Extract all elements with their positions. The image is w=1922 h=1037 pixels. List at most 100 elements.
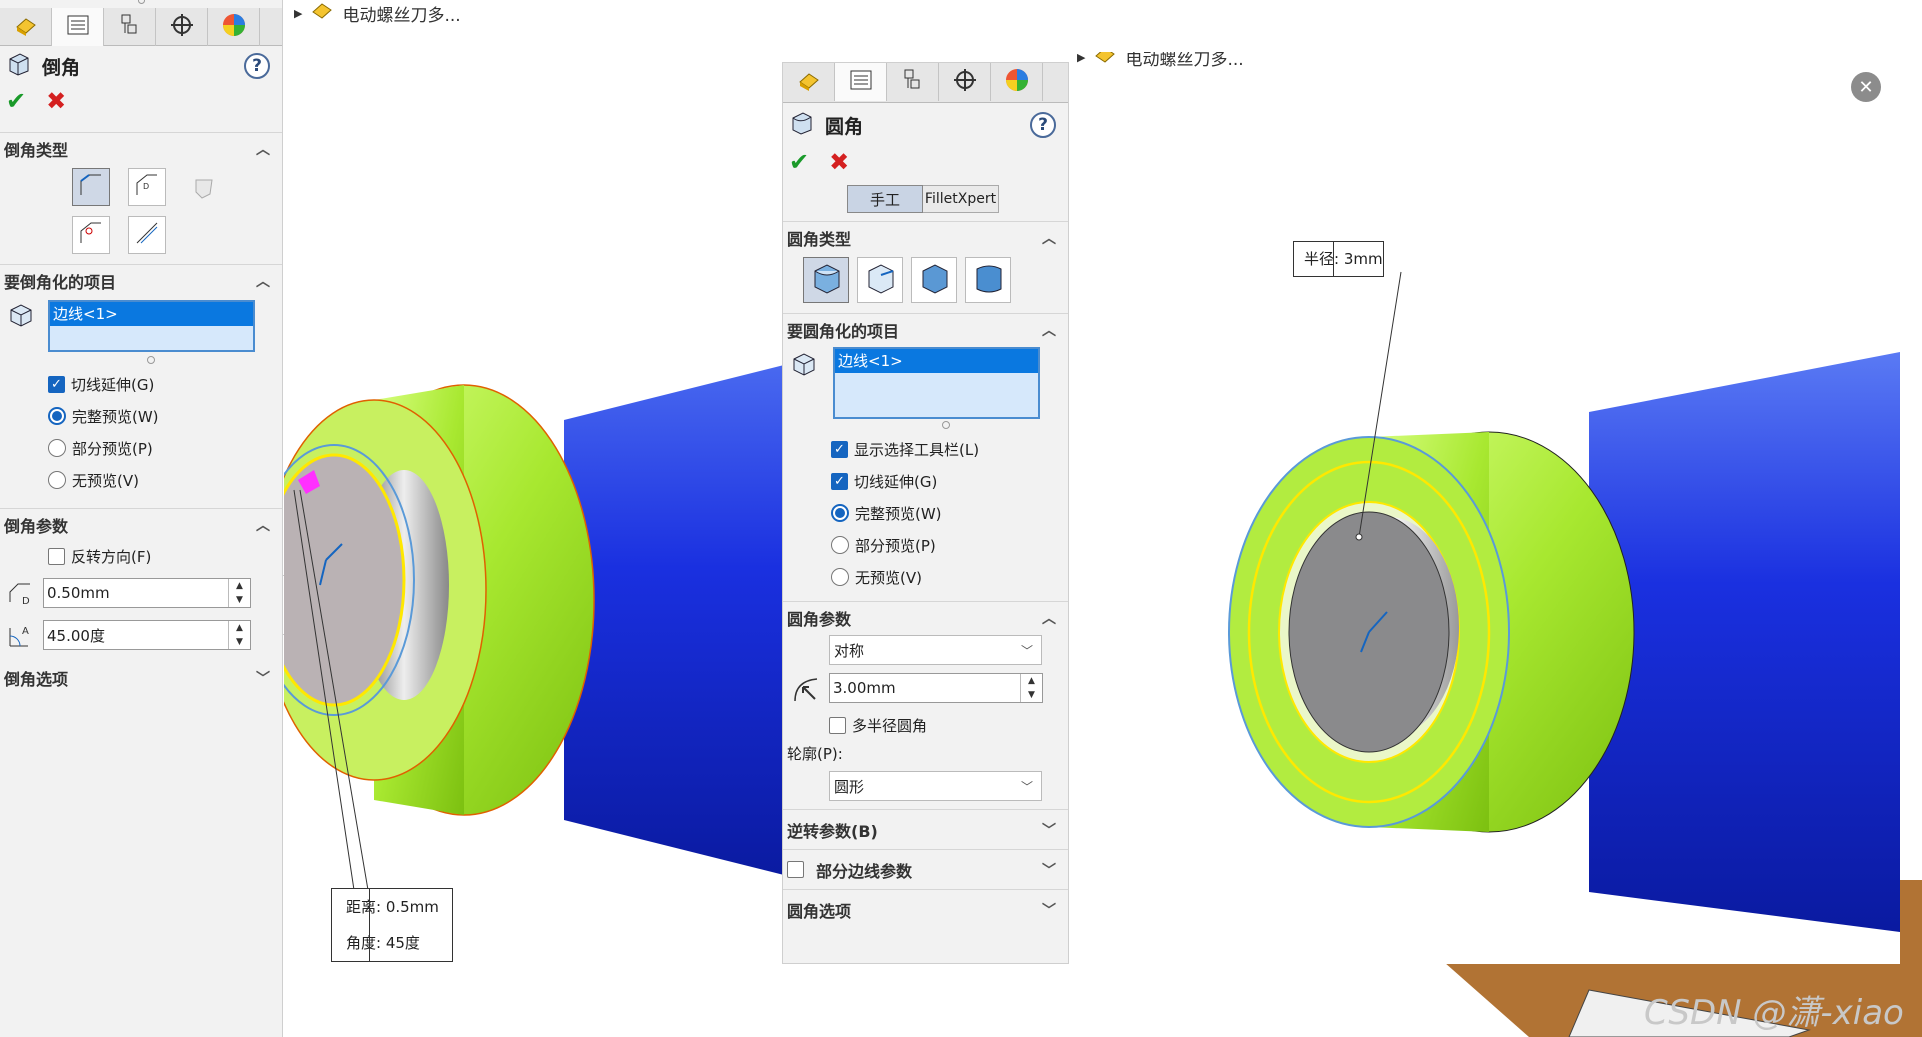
dimxpert-tab-2[interactable] bbox=[939, 63, 991, 101]
collapse-chevron-icon[interactable]: ︿ bbox=[256, 515, 270, 535]
profile-dropdown[interactable]: 圆形 ﹀ bbox=[829, 771, 1042, 801]
selected-edge-item[interactable]: 边线<1> bbox=[50, 302, 253, 326]
section-fillet-type[interactable]: 圆角类型 ︿ bbox=[783, 221, 1068, 253]
list-resize-handle[interactable] bbox=[783, 421, 1068, 433]
angle-spinner[interactable]: ▲ ▼ bbox=[228, 621, 250, 649]
full-round-fillet-button[interactable] bbox=[965, 257, 1011, 303]
cancel-button-2[interactable]: ✖ bbox=[829, 148, 849, 176]
full-preview-row[interactable]: 完整预览(W) bbox=[831, 497, 1068, 529]
no-preview-row[interactable]: 无预览(V) bbox=[48, 464, 282, 496]
partial-preview-radio[interactable] bbox=[831, 536, 849, 554]
full-round-fillet-icon bbox=[971, 261, 1005, 299]
callout-angle[interactable]: 角度: 45度 bbox=[332, 925, 452, 961]
expand-chevron-icon[interactable]: ﹀ bbox=[1042, 820, 1056, 840]
selection-listbox[interactable]: 边线<1> bbox=[48, 300, 255, 352]
cancel-button[interactable]: ✖ bbox=[46, 87, 66, 115]
ok-button[interactable]: ✔ bbox=[6, 87, 26, 115]
multi-radius-option: 多半径圆角 bbox=[783, 709, 1068, 741]
config-manager-tab-2[interactable] bbox=[887, 63, 939, 101]
symmetric-value: 对称 bbox=[834, 641, 865, 660]
expand-chevron-icon[interactable]: ﹀ bbox=[1042, 900, 1056, 920]
full-preview-radio[interactable] bbox=[48, 407, 66, 425]
list-resize-handle[interactable] bbox=[0, 356, 282, 368]
vertex-chamfer-icon[interactable] bbox=[190, 174, 218, 206]
fillet-model-view[interactable]: ▶ 电动螺丝刀多... ✕ 半径: 3mm bbox=[1069, 52, 1900, 964]
handle-body bbox=[1589, 352, 1900, 932]
offset-face-button[interactable] bbox=[72, 216, 110, 254]
constant-size-fillet-button[interactable] bbox=[803, 257, 849, 303]
collapse-chevron-icon[interactable]: ︿ bbox=[1042, 608, 1056, 628]
face-fillet-button[interactable] bbox=[911, 257, 957, 303]
section-fillet-items[interactable]: 要圆角化的项目 ︿ bbox=[783, 313, 1068, 345]
collapse-chevron-icon[interactable]: ︿ bbox=[256, 271, 270, 291]
angle-input[interactable]: 45.00度 ▲ ▼ bbox=[43, 620, 251, 650]
reverse-checkbox[interactable] bbox=[48, 547, 65, 565]
radius-spinner[interactable]: ▲ ▼ bbox=[1020, 674, 1042, 702]
partial-preview-label: 部分预览(P) bbox=[72, 439, 153, 458]
section-chamfer-options[interactable]: 倒角选项 ﹀ bbox=[0, 662, 282, 694]
fillet-selection-listbox[interactable]: 边线<1> bbox=[833, 347, 1040, 419]
collapse-chevron-icon[interactable]: ︿ bbox=[256, 139, 270, 159]
full-preview-radio[interactable] bbox=[831, 504, 849, 522]
distance-input[interactable]: 0.50mm ▲ ▼ bbox=[43, 578, 251, 608]
tangent-checkbox[interactable]: ✓ bbox=[831, 472, 848, 490]
callout-distance[interactable]: 距离: 0.5mm bbox=[332, 889, 452, 925]
tangent-propagation-row[interactable]: ✓ 切线延伸(G) bbox=[48, 368, 282, 400]
multi-radius-checkbox[interactable] bbox=[829, 716, 846, 734]
distance-spinner[interactable]: ▲ ▼ bbox=[228, 579, 250, 607]
property-manager-tab[interactable] bbox=[52, 8, 104, 46]
collapse-chevron-icon[interactable]: ︿ bbox=[1042, 320, 1056, 340]
config-manager-icon bbox=[118, 13, 142, 41]
symmetric-dropdown[interactable]: 对称 ﹀ bbox=[829, 635, 1042, 665]
show-toolbar-row[interactable]: ✓ 显示选择工具栏(L) bbox=[831, 433, 1068, 465]
dimxpert-tab[interactable] bbox=[156, 8, 208, 46]
tangent-propagation-row[interactable]: ✓ 切线延伸(G) bbox=[831, 465, 1068, 497]
no-preview-radio[interactable] bbox=[48, 471, 66, 489]
radius-input[interactable]: 3.00mm ▲ ▼ bbox=[829, 673, 1043, 703]
variable-size-fillet-button[interactable] bbox=[857, 257, 903, 303]
display-manager-tab[interactable] bbox=[208, 8, 260, 46]
display-manager-tab-2[interactable] bbox=[991, 63, 1043, 101]
partial-edge-checkbox[interactable] bbox=[787, 861, 804, 878]
multi-radius-row[interactable]: 多半径圆角 bbox=[829, 709, 1068, 741]
section-title: 圆角参数 bbox=[787, 609, 852, 629]
help-icon[interactable]: ? bbox=[244, 53, 270, 79]
no-preview-radio[interactable] bbox=[831, 568, 849, 586]
section-chamfer-type[interactable]: 倒角类型 ︿ bbox=[0, 132, 282, 164]
show-toolbar-checkbox[interactable]: ✓ bbox=[831, 440, 848, 458]
section-fillet-params[interactable]: 圆角参数 ︿ bbox=[783, 601, 1068, 633]
angle-distance-button[interactable] bbox=[72, 168, 110, 206]
selected-edge-item[interactable]: 边线<1> bbox=[835, 349, 1038, 373]
ok-button-2[interactable]: ✔ bbox=[789, 148, 809, 176]
section-chamfer-items[interactable]: 要倒角化的项目 ︿ bbox=[0, 264, 282, 296]
expand-chevron-icon[interactable]: ﹀ bbox=[1042, 860, 1056, 880]
ok-cancel-row-2: ✔ ✖ bbox=[783, 147, 1068, 177]
full-preview-row[interactable]: 完整预览(W) bbox=[48, 400, 282, 432]
section-partial-edge[interactable]: 部分边线参数 ﹀ bbox=[783, 849, 1068, 889]
config-manager-tab[interactable] bbox=[104, 8, 156, 46]
splitter-handle[interactable] bbox=[0, 0, 282, 8]
property-manager-tab-2[interactable] bbox=[835, 63, 887, 101]
feature-manager-tab-2[interactable] bbox=[783, 63, 835, 101]
help-icon-2[interactable]: ? bbox=[1030, 112, 1056, 138]
section-setback[interactable]: 逆转参数(B) ﹀ bbox=[783, 809, 1068, 849]
partial-preview-radio[interactable] bbox=[48, 439, 66, 457]
collapse-chevron-icon[interactable]: ︿ bbox=[1042, 228, 1056, 248]
reverse-direction-row[interactable]: 反转方向(F) bbox=[48, 540, 282, 572]
section-title: 倒角参数 bbox=[4, 516, 69, 536]
partial-preview-row[interactable]: 部分预览(P) bbox=[831, 529, 1068, 561]
feature-manager-tab[interactable] bbox=[0, 8, 52, 46]
partial-preview-row[interactable]: 部分预览(P) bbox=[48, 432, 282, 464]
radius-dimension-callout[interactable]: 半径: 3mm bbox=[1293, 241, 1384, 277]
chamfer-dimension-callout[interactable]: 距离: 0.5mm 角度: 45度 bbox=[331, 888, 453, 962]
no-preview-row[interactable]: 无预览(V) bbox=[831, 561, 1068, 593]
section-chamfer-params[interactable]: 倒角参数 ︿ bbox=[0, 508, 282, 540]
tangent-checkbox[interactable]: ✓ bbox=[48, 375, 65, 393]
face-face-button[interactable] bbox=[128, 216, 166, 254]
display-manager-icon bbox=[1004, 67, 1030, 97]
expand-chevron-icon[interactable]: ﹀ bbox=[256, 668, 270, 688]
section-fillet-options[interactable]: 圆角选项 ﹀ bbox=[783, 889, 1068, 929]
distance-distance-button[interactable]: D bbox=[128, 168, 166, 206]
manual-mode-tab[interactable]: 手工 bbox=[847, 185, 923, 213]
filletxpert-tab[interactable]: FilletXpert bbox=[923, 185, 999, 213]
